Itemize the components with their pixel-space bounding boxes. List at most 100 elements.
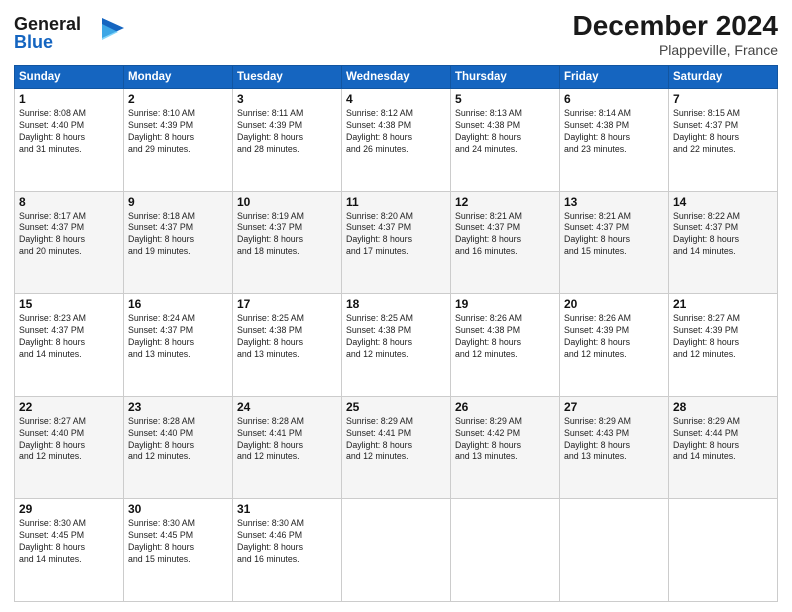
calendar-cell: 31 Sunrise: 8:30 AM Sunset: 4:46 PM Dayli… xyxy=(233,499,342,602)
day-number: 24 xyxy=(237,400,337,414)
calendar-cell: 2 Sunrise: 8:10 AM Sunset: 4:39 PM Daylig… xyxy=(124,89,233,192)
calendar-cell: 1Sunrise: 8:08 AM Sunset: 4:40 PM Daylig… xyxy=(15,89,124,192)
logo: General Blue xyxy=(14,10,124,59)
weekday-header: Monday xyxy=(124,66,233,89)
header-row: SundayMondayTuesdayWednesdayThursdayFrid… xyxy=(15,66,778,89)
day-number: 7 xyxy=(673,92,773,106)
day-info: Sunrise: 8:19 AM Sunset: 4:37 PM Dayligh… xyxy=(237,211,337,259)
calendar-cell: 11 Sunrise: 8:20 AM Sunset: 4:37 PM Dayli… xyxy=(342,191,451,294)
calendar-cell: 23 Sunrise: 8:28 AM Sunset: 4:40 PM Dayli… xyxy=(124,396,233,499)
weekday-header: Tuesday xyxy=(233,66,342,89)
calendar-cell xyxy=(451,499,560,602)
title-area: December 2024 Plappeville, France xyxy=(573,10,778,58)
day-info: Sunrise: 8:30 AM Sunset: 4:45 PM Dayligh… xyxy=(19,518,119,566)
day-number: 15 xyxy=(19,297,119,311)
day-number: 18 xyxy=(346,297,446,311)
day-info: Sunrise: 8:27 AM Sunset: 4:39 PM Dayligh… xyxy=(673,313,773,361)
day-number: 17 xyxy=(237,297,337,311)
day-info: Sunrise: 8:20 AM Sunset: 4:37 PM Dayligh… xyxy=(346,211,446,259)
calendar-cell: 4 Sunrise: 8:12 AM Sunset: 4:38 PM Daylig… xyxy=(342,89,451,192)
day-number: 21 xyxy=(673,297,773,311)
calendar-cell: 15 Sunrise: 8:23 AM Sunset: 4:37 PM Dayli… xyxy=(15,294,124,397)
page: General Blue December 2024 Plappeville, … xyxy=(0,0,792,612)
location: Plappeville, France xyxy=(573,42,778,58)
day-info: Sunrise: 8:11 AM Sunset: 4:39 PM Dayligh… xyxy=(237,108,337,156)
day-number: 2 xyxy=(128,92,228,106)
calendar-cell: 16 Sunrise: 8:24 AM Sunset: 4:37 PM Dayli… xyxy=(124,294,233,397)
header: General Blue December 2024 Plappeville, … xyxy=(14,10,778,59)
calendar-cell xyxy=(669,499,778,602)
calendar-cell: 19Sunrise: 8:26 AM Sunset: 4:38 PM Dayli… xyxy=(451,294,560,397)
calendar-week-row: 8 Sunrise: 8:17 AM Sunset: 4:37 PM Daylig… xyxy=(15,191,778,294)
day-info: Sunrise: 8:18 AM Sunset: 4:37 PM Dayligh… xyxy=(128,211,228,259)
day-number: 6 xyxy=(564,92,664,106)
calendar-cell: 27 Sunrise: 8:29 AM Sunset: 4:43 PM Dayli… xyxy=(560,396,669,499)
calendar-cell: 17 Sunrise: 8:25 AM Sunset: 4:38 PM Dayli… xyxy=(233,294,342,397)
calendar-cell: 10Sunrise: 8:19 AM Sunset: 4:37 PM Dayli… xyxy=(233,191,342,294)
calendar-cell: 14 Sunrise: 8:22 AM Sunset: 4:37 PM Dayli… xyxy=(669,191,778,294)
day-number: 16 xyxy=(128,297,228,311)
day-info: Sunrise: 8:08 AM Sunset: 4:40 PM Dayligh… xyxy=(19,108,119,156)
day-number: 20 xyxy=(564,297,664,311)
day-number: 9 xyxy=(128,195,228,209)
calendar-cell: 28Sunrise: 8:29 AM Sunset: 4:44 PM Dayli… xyxy=(669,396,778,499)
calendar-cell: 9 Sunrise: 8:18 AM Sunset: 4:37 PM Daylig… xyxy=(124,191,233,294)
day-info: Sunrise: 8:23 AM Sunset: 4:37 PM Dayligh… xyxy=(19,313,119,361)
day-number: 22 xyxy=(19,400,119,414)
weekday-header: Saturday xyxy=(669,66,778,89)
calendar-cell: 30Sunrise: 8:30 AM Sunset: 4:45 PM Dayli… xyxy=(124,499,233,602)
weekday-header: Friday xyxy=(560,66,669,89)
day-info: Sunrise: 8:27 AM Sunset: 4:40 PM Dayligh… xyxy=(19,416,119,464)
calendar-cell: 24Sunrise: 8:28 AM Sunset: 4:41 PM Dayli… xyxy=(233,396,342,499)
day-info: Sunrise: 8:12 AM Sunset: 4:38 PM Dayligh… xyxy=(346,108,446,156)
day-number: 27 xyxy=(564,400,664,414)
day-info: Sunrise: 8:30 AM Sunset: 4:46 PM Dayligh… xyxy=(237,518,337,566)
day-number: 31 xyxy=(237,502,337,516)
day-number: 8 xyxy=(19,195,119,209)
day-number: 19 xyxy=(455,297,555,311)
calendar-cell: 18 Sunrise: 8:25 AM Sunset: 4:38 PM Dayli… xyxy=(342,294,451,397)
day-info: Sunrise: 8:28 AM Sunset: 4:40 PM Dayligh… xyxy=(128,416,228,464)
day-number: 5 xyxy=(455,92,555,106)
day-number: 11 xyxy=(346,195,446,209)
calendar-cell: 20Sunrise: 8:26 AM Sunset: 4:39 PM Dayli… xyxy=(560,294,669,397)
day-number: 26 xyxy=(455,400,555,414)
day-info: Sunrise: 8:29 AM Sunset: 4:43 PM Dayligh… xyxy=(564,416,664,464)
day-info: Sunrise: 8:10 AM Sunset: 4:39 PM Dayligh… xyxy=(128,108,228,156)
day-info: Sunrise: 8:14 AM Sunset: 4:38 PM Dayligh… xyxy=(564,108,664,156)
calendar-cell: 5 Sunrise: 8:13 AM Sunset: 4:38 PM Daylig… xyxy=(451,89,560,192)
svg-text:General: General xyxy=(14,14,81,34)
calendar-cell: 29Sunrise: 8:30 AM Sunset: 4:45 PM Dayli… xyxy=(15,499,124,602)
calendar-cell: 25Sunrise: 8:29 AM Sunset: 4:41 PM Dayli… xyxy=(342,396,451,499)
day-info: Sunrise: 8:21 AM Sunset: 4:37 PM Dayligh… xyxy=(564,211,664,259)
day-info: Sunrise: 8:17 AM Sunset: 4:37 PM Dayligh… xyxy=(19,211,119,259)
calendar-cell: 26Sunrise: 8:29 AM Sunset: 4:42 PM Dayli… xyxy=(451,396,560,499)
weekday-header: Sunday xyxy=(15,66,124,89)
calendar-cell: 21 Sunrise: 8:27 AM Sunset: 4:39 PM Dayli… xyxy=(669,294,778,397)
day-info: Sunrise: 8:24 AM Sunset: 4:37 PM Dayligh… xyxy=(128,313,228,361)
weekday-header: Wednesday xyxy=(342,66,451,89)
calendar-week-row: 15 Sunrise: 8:23 AM Sunset: 4:37 PM Dayli… xyxy=(15,294,778,397)
day-number: 23 xyxy=(128,400,228,414)
calendar-week-row: 29Sunrise: 8:30 AM Sunset: 4:45 PM Dayli… xyxy=(15,499,778,602)
day-number: 12 xyxy=(455,195,555,209)
day-info: Sunrise: 8:21 AM Sunset: 4:37 PM Dayligh… xyxy=(455,211,555,259)
calendar-week-row: 22 Sunrise: 8:27 AM Sunset: 4:40 PM Dayli… xyxy=(15,396,778,499)
day-info: Sunrise: 8:13 AM Sunset: 4:38 PM Dayligh… xyxy=(455,108,555,156)
day-number: 28 xyxy=(673,400,773,414)
day-number: 25 xyxy=(346,400,446,414)
calendar-table: SundayMondayTuesdayWednesdayThursdayFrid… xyxy=(14,65,778,602)
day-info: Sunrise: 8:22 AM Sunset: 4:37 PM Dayligh… xyxy=(673,211,773,259)
calendar-cell: 7 Sunrise: 8:15 AM Sunset: 4:37 PM Daylig… xyxy=(669,89,778,192)
day-number: 14 xyxy=(673,195,773,209)
calendar-cell xyxy=(560,499,669,602)
day-info: Sunrise: 8:25 AM Sunset: 4:38 PM Dayligh… xyxy=(237,313,337,361)
day-info: Sunrise: 8:25 AM Sunset: 4:38 PM Dayligh… xyxy=(346,313,446,361)
day-number: 4 xyxy=(346,92,446,106)
calendar-cell: 3 Sunrise: 8:11 AM Sunset: 4:39 PM Daylig… xyxy=(233,89,342,192)
calendar-cell: 22 Sunrise: 8:27 AM Sunset: 4:40 PM Dayli… xyxy=(15,396,124,499)
day-info: Sunrise: 8:15 AM Sunset: 4:37 PM Dayligh… xyxy=(673,108,773,156)
day-number: 3 xyxy=(237,92,337,106)
day-number: 30 xyxy=(128,502,228,516)
calendar-cell: 12 Sunrise: 8:21 AM Sunset: 4:37 PM Dayli… xyxy=(451,191,560,294)
